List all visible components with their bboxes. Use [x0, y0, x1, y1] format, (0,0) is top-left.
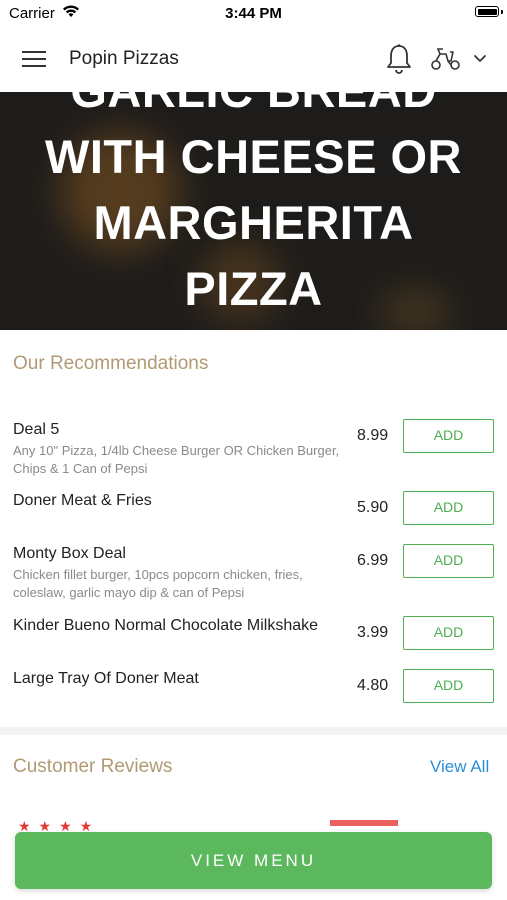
item-name: Monty Box Deal: [13, 545, 126, 562]
review-badge: [330, 820, 398, 826]
screen: Carrier 3:44 PM Popin Pizzas WITH CHEESE…: [0, 0, 507, 900]
add-button[interactable]: ADD: [403, 544, 494, 578]
hero-text: GARLIC BREAD WITH CHEESE OR MARGHERITA P…: [0, 92, 507, 322]
hero-banner[interactable]: GARLIC BREAD WITH CHEESE OR MARGHERITA P…: [0, 92, 507, 330]
add-button[interactable]: ADD: [403, 669, 494, 703]
nav-bar: Popin Pizzas: [0, 28, 507, 92]
chevron-down-icon[interactable]: [472, 52, 488, 64]
battery-icon: [475, 6, 499, 17]
item-name: Deal 5: [13, 421, 60, 438]
status-bar: Carrier 3:44 PM: [0, 0, 507, 28]
item-price: 8.99: [357, 427, 389, 444]
page-title: Popin Pizzas: [69, 48, 179, 69]
clock: 3:44 PM: [225, 5, 282, 22]
view-menu-button[interactable]: VIEW MENU: [15, 832, 492, 889]
item-name: Kinder Bueno Normal Chocolate Milkshake: [13, 617, 319, 634]
add-button[interactable]: ADD: [403, 491, 494, 525]
scooter-icon[interactable]: [430, 46, 462, 72]
item-name: Large Tray Of Doner Meat: [13, 670, 199, 687]
item-price: 3.99: [357, 624, 389, 641]
section-divider: [0, 727, 507, 735]
hero-line: GARLIC BREAD: [0, 92, 507, 124]
item-name: Doner Meat & Fries: [13, 492, 152, 509]
menu-icon[interactable]: [22, 48, 48, 70]
item-price: 5.90: [357, 499, 389, 516]
view-all-link[interactable]: View All: [430, 757, 489, 777]
recommendations-title: Our Recommendations: [13, 353, 209, 374]
bell-icon[interactable]: [384, 43, 414, 75]
add-button[interactable]: ADD: [403, 419, 494, 453]
hero-line: PIZZA: [184, 262, 323, 315]
reviews-title: Customer Reviews: [13, 756, 173, 777]
battery-cap: [501, 10, 503, 14]
add-button[interactable]: ADD: [403, 616, 494, 650]
item-price: 4.80: [357, 677, 389, 694]
item-description: Chicken fillet burger, 10pcs popcorn chi…: [13, 567, 303, 600]
hero-line: MARGHERITA: [93, 196, 414, 249]
item-description: Any 10" Pizza, 1/4lb Cheese Burger OR Ch…: [13, 443, 340, 476]
item-price: 6.99: [357, 552, 389, 569]
hero-line: WITH CHEESE OR: [45, 130, 462, 183]
